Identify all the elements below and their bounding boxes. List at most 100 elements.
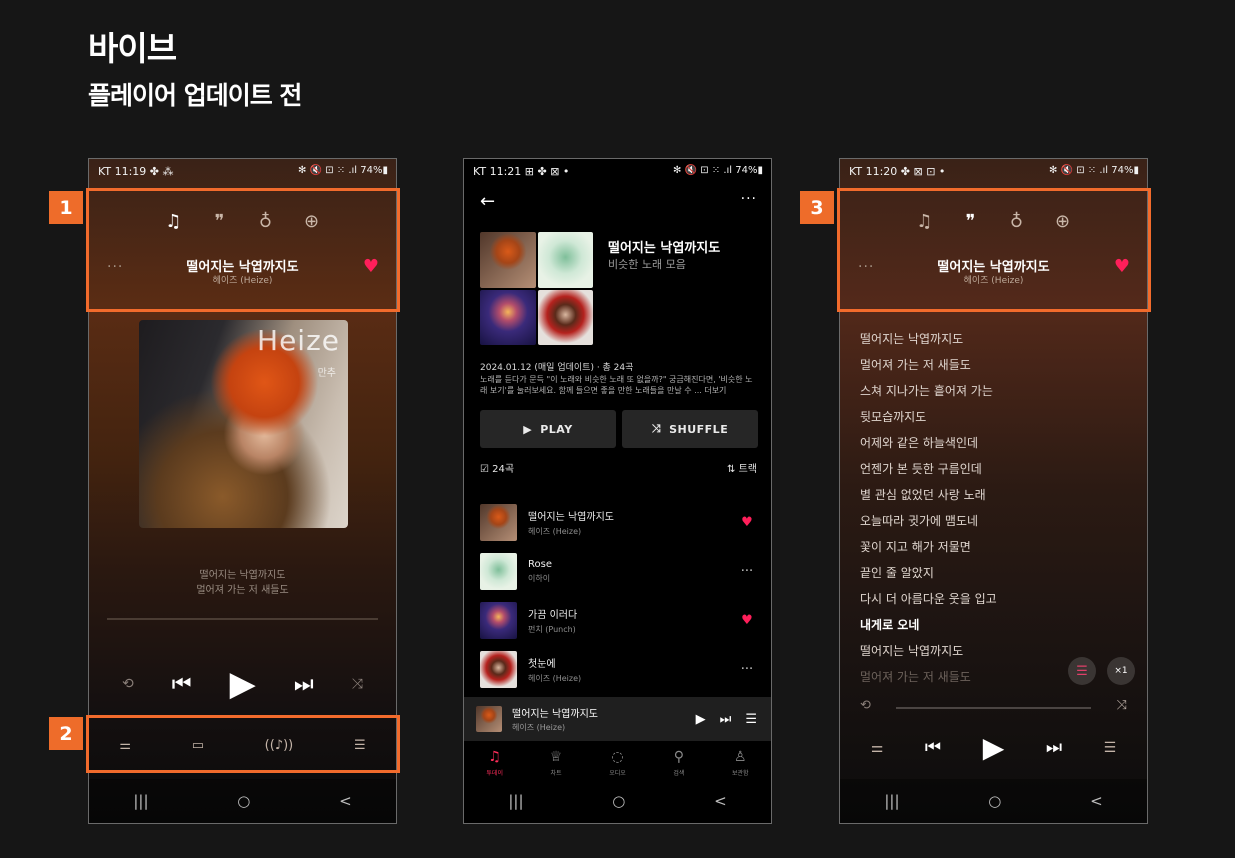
recents-button[interactable]: ||| [884, 792, 899, 810]
cover-tile [537, 232, 593, 288]
lyric-line: 끝인 줄 알았지 [860, 566, 934, 580]
back-button[interactable]: < [1090, 792, 1103, 810]
heart-icon[interactable]: ♥ [737, 613, 757, 628]
lyric-line: 꽃이 지고 해가 저물면 [860, 540, 971, 554]
tab-label: 차트 [550, 770, 562, 777]
badge-number: 2 [49, 717, 83, 750]
lyric-line: 별 관심 없었던 사랑 노래 [860, 488, 986, 502]
mini-player-artist: 헤이즈 (Heize) [512, 723, 566, 732]
home-button[interactable]: ○ [237, 792, 250, 810]
shuffle-button-label: SHUFFLE [669, 422, 729, 436]
home-button[interactable]: ○ [612, 792, 625, 810]
cover-tile [480, 232, 536, 288]
next-icon[interactable]: ⏭ [720, 712, 732, 727]
tab-label: 오디오 [609, 770, 626, 777]
track-row[interactable]: Rose 이하이 ··· [480, 552, 757, 590]
status-time: KT 11:21 ⊞ ✤ ⊠ • [473, 165, 570, 178]
mini-player-thumbnail [476, 706, 502, 732]
system-nav-bar: ||| ○ < [89, 779, 396, 823]
select-all-checkbox[interactable]: ☑ 24곡 [480, 460, 514, 475]
repeat-icon[interactable]: ⟲ [122, 676, 134, 692]
tab-today[interactable]: ♫ 투데이 [475, 749, 515, 777]
badge-number: 3 [800, 191, 834, 224]
next-icon[interactable]: ⏭ [294, 672, 314, 697]
tab-library[interactable]: ♙ 보관함 [720, 749, 760, 777]
status-icons: ✻ 🔇 ⊡ ⁙ .ıl 74%▮ [298, 165, 388, 176]
tab-audio[interactable]: ◌ 오디오 [597, 749, 637, 777]
previous-icon[interactable]: ⏮ [925, 737, 941, 758]
tab-search[interactable]: ⚲ 검색 [659, 749, 699, 777]
repeat-icon[interactable]: ⟲ [860, 698, 871, 713]
lyric-line: 떨어지는 낙엽까지도 [860, 332, 964, 346]
previous-icon[interactable]: ⏮ [172, 672, 192, 697]
cover-tile [537, 289, 593, 345]
tab-label: 투데이 [486, 770, 503, 777]
back-button[interactable]: < [339, 792, 352, 810]
progress-bar[interactable] [107, 618, 378, 620]
lyric-line: 언젠가 본 듯한 구름인데 [860, 462, 982, 476]
status-icons: ✻ 🔇 ⊡ ⁙ .ıl 74%▮ [673, 165, 763, 176]
track-row[interactable]: 떨어지는 낙엽까지도 헤이즈 (Heize) ♥ [480, 503, 757, 541]
playlist-icon[interactable]: ☰ [745, 712, 757, 727]
track-row[interactable]: 가끔 이러다 펀치 (Punch) ♥ [480, 601, 757, 639]
album-art-subtitle: 만추 [317, 368, 336, 379]
play-icon[interactable]: ▶ [696, 712, 706, 727]
track-thumbnail [480, 503, 517, 541]
back-arrow-icon[interactable]: ← [480, 191, 495, 212]
equalizer-icon[interactable]: ⚌ [871, 740, 884, 756]
playlist-icon[interactable]: ☰ [1104, 740, 1117, 756]
play-icon[interactable]: ▶ [983, 731, 1005, 764]
track-thumbnail [480, 601, 517, 639]
track-row[interactable]: 첫눈에 헤이즈 (Heize) ··· [480, 650, 757, 688]
track-artist: 헤이즈 (Heize) [528, 673, 582, 683]
track-count: 24곡 [492, 464, 515, 475]
status-icons: ✻ 🔇 ⊡ ⁙ .ıl 74%▮ [1049, 165, 1139, 176]
more-options-button[interactable]: ··· [741, 191, 757, 207]
playback-controls: ⟲ ⏮ ▶ ⏭ ⤨ [89, 664, 396, 704]
tab-label: 보관함 [731, 770, 749, 777]
next-icon[interactable]: ⏭ [1046, 737, 1062, 758]
progress-bar[interactable] [896, 707, 1091, 709]
status-time: KT 11:19 ✤ ⁂ [98, 165, 174, 178]
track-title: 가끔 이러다 [528, 609, 578, 621]
track-count-row: ☑ 24곡 ⇅ 트랙 [480, 460, 757, 475]
playlist-meta: 2024.01.12 (매일 업데이트) · 총 24곡 [480, 363, 634, 373]
play-button[interactable]: ▶ PLAY [480, 410, 616, 448]
highlight-box-header [86, 188, 400, 312]
home-button[interactable]: ○ [988, 792, 1001, 810]
shuffle-icon[interactable]: ⤨ [352, 676, 363, 692]
more-icon[interactable]: ··· [737, 564, 757, 579]
mini-player[interactable]: 떨어지는 낙엽까지도 헤이즈 (Heize) ▶ ⏭ ☰ [464, 697, 771, 741]
lyric-preview-line[interactable]: 떨어지는 낙엽까지도 [89, 566, 396, 581]
play-button-label: PLAY [540, 422, 573, 436]
recents-button[interactable]: ||| [133, 792, 148, 810]
back-button[interactable]: < [714, 792, 727, 810]
playlist-subtitle: 비슷한 노래 모음 [608, 258, 686, 271]
heart-icon[interactable]: ♥ [737, 515, 757, 530]
trophy-icon: ♕ [549, 749, 563, 765]
cover-tile [480, 289, 536, 345]
highlight-box-tools [86, 715, 400, 773]
lyrics-list[interactable]: 떨어지는 낙엽까지도 멀어져 가는 저 새들도 스쳐 지나가는 흩어져 가는 뒷… [860, 326, 1127, 690]
tab-chart[interactable]: ♕ 차트 [536, 749, 576, 777]
playback-speed-button[interactable]: ×1 [1107, 657, 1135, 685]
recents-button[interactable]: ||| [508, 792, 523, 810]
lyric-line: 스쳐 지나가는 흩어져 가는 [860, 384, 993, 398]
more-icon[interactable]: ··· [737, 662, 757, 677]
lyric-preview-line[interactable]: 멀어져 가는 저 새들도 [89, 581, 396, 596]
lyric-line-current: 내게로 오네 [860, 618, 920, 632]
search-icon: ⚲ [673, 749, 684, 765]
playlist-description[interactable]: 노래를 듣다가 문득 "이 노래와 비슷한 노래 또 없을까?" 궁금해진다면,… [480, 374, 757, 396]
lyrics-settings-icon[interactable]: ☰ [1068, 657, 1096, 685]
status-bar: KT 11:20 ✤ ⊠ ⊡ • ✻ 🔇 ⊡ ⁙ .ıl 74%▮ [840, 159, 1147, 185]
lyric-line: 다시 더 아름다운 웃을 입고 [860, 592, 997, 606]
sort-button[interactable]: ⇅ 트랙 [727, 460, 757, 475]
play-icon[interactable]: ▶ [230, 664, 256, 704]
track-title: Rose [528, 558, 552, 570]
playback-controls: ⚌ ⏮ ▶ ⏭ ☰ [840, 731, 1147, 764]
system-nav-bar: ||| ○ < [840, 779, 1147, 823]
shuffle-icon[interactable]: ⤨ [1117, 698, 1127, 713]
lyric-line: 어제와 같은 하늘색인데 [860, 436, 979, 450]
page-subtitle: 플레이어 업데이트 전 [88, 81, 302, 110]
shuffle-button[interactable]: ⤨ SHUFFLE [622, 410, 758, 448]
